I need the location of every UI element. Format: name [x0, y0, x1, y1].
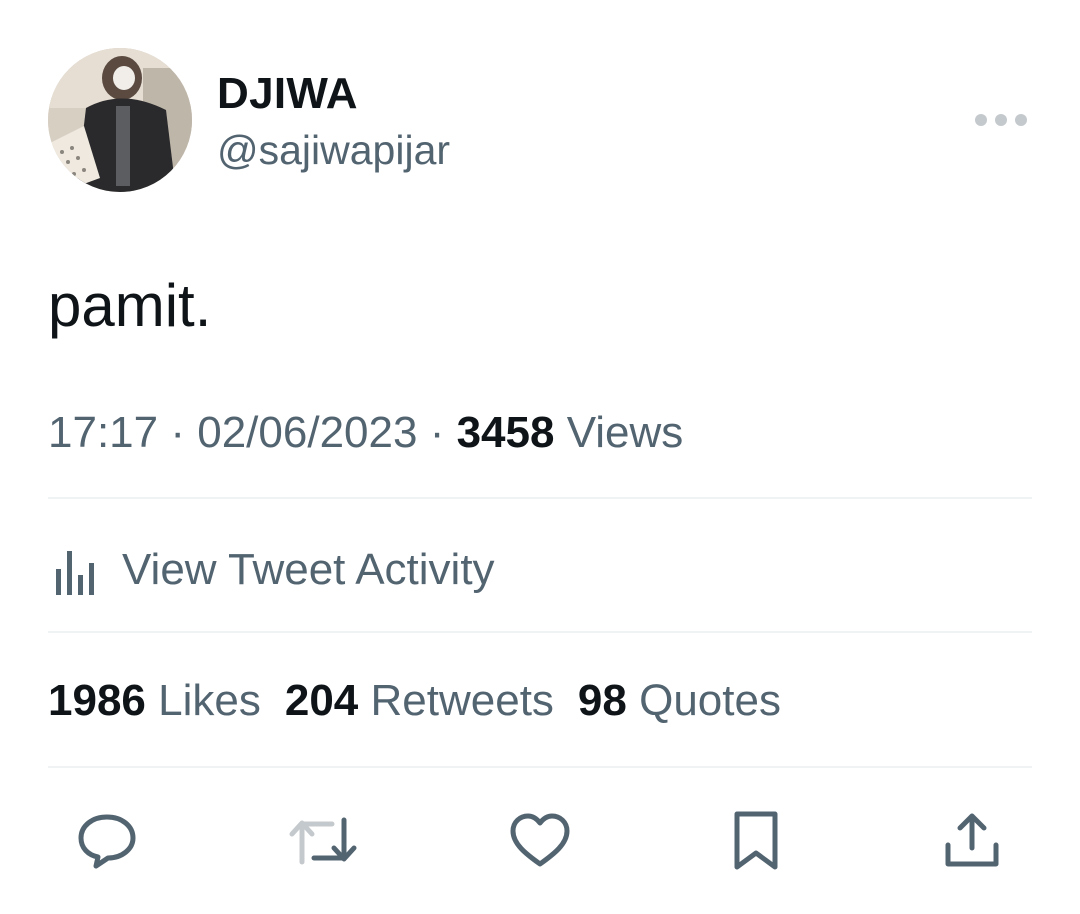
quotes-count: 98	[577, 676, 627, 725]
likes-count: 1986	[48, 676, 146, 725]
meta-separator: ·	[429, 408, 445, 457]
retweet-icon	[289, 817, 357, 865]
share-icon	[945, 813, 999, 867]
bookmark-button[interactable]	[721, 808, 791, 874]
like-icon	[510, 813, 570, 867]
tweet-text: pamit.	[48, 272, 212, 339]
divider	[48, 631, 1032, 633]
quotes-stat[interactable]: 98 Quotes	[578, 676, 781, 725]
avatar-photo	[48, 48, 192, 192]
divider	[48, 766, 1032, 768]
view-tweet-activity-button[interactable]: View Tweet Activity	[48, 540, 495, 600]
analytics-icon	[56, 551, 94, 595]
retweets-label: Retweets	[370, 676, 554, 725]
likes-label: Likes	[158, 676, 261, 725]
tweet-time[interactable]: 17:17	[48, 408, 158, 457]
share-button[interactable]	[937, 808, 1007, 874]
tweet-meta: 17:17 · 02/06/2023 · 3458 Views	[48, 406, 683, 460]
quotes-label: Quotes	[639, 676, 781, 725]
tweet-date[interactable]: 02/06/2023	[197, 408, 417, 457]
avatar[interactable]	[48, 48, 192, 192]
likes-stat[interactable]: 1986 Likes	[48, 676, 261, 725]
reply-button[interactable]	[72, 808, 142, 874]
display-name[interactable]: DJIWA	[217, 68, 358, 120]
more-dots-icon	[975, 114, 1027, 126]
meta-separator: ·	[170, 408, 185, 457]
retweet-button[interactable]	[288, 808, 358, 874]
retweets-stat[interactable]: 204 Retweets	[285, 676, 554, 725]
view-tweet-activity-label: View Tweet Activity	[122, 545, 495, 594]
divider	[48, 497, 1032, 499]
bookmark-icon	[734, 811, 778, 870]
like-button[interactable]	[505, 808, 575, 874]
user-handle[interactable]: @sajiwapijar	[217, 126, 450, 174]
reply-icon	[78, 814, 136, 869]
more-options-button[interactable]	[968, 105, 1034, 135]
retweets-count: 204	[284, 676, 359, 725]
views-count: 3458	[456, 408, 555, 457]
views-label: Views	[566, 408, 684, 457]
engagement-stats: 1986 Likes 204 Retweets 98 Quotes	[48, 674, 805, 728]
